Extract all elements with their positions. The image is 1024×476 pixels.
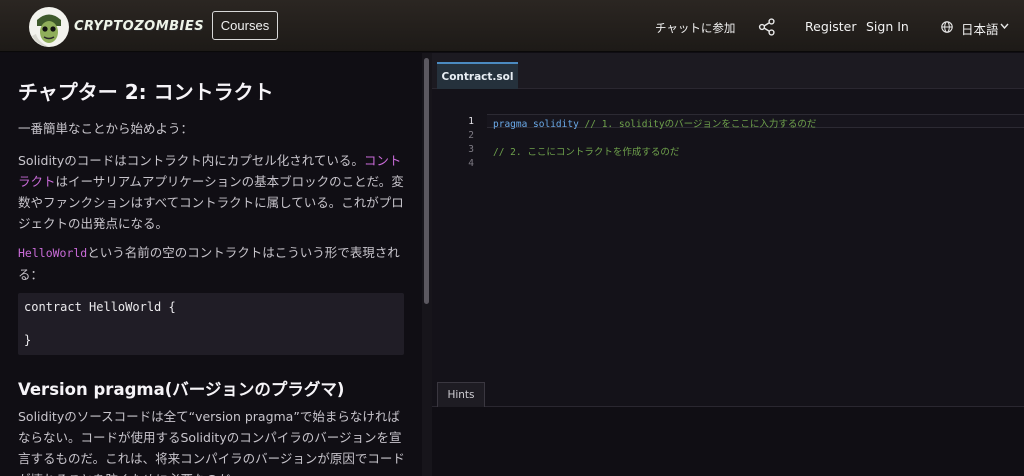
paragraph-text: Solidityのコードはコントラクト内にカプセル化されている。 — [18, 153, 364, 168]
code-editor[interactable] — [432, 89, 1024, 379]
zombie-head-icon — [29, 7, 69, 47]
lesson-paragraph: Solidityのソースコードは全て“version pragma”で始まらなけ… — [18, 409, 405, 476]
tab-hints[interactable]: Hints — [437, 382, 485, 407]
chapter-title: チャプター 2: コントラクト — [18, 80, 274, 104]
line-number: 1 — [468, 116, 474, 127]
line-number: 4 — [468, 158, 474, 169]
language-selector[interactable]: 日本語 — [961, 19, 999, 38]
line-number: 3 — [468, 144, 474, 155]
line-number: 2 — [468, 130, 474, 141]
tab-contract-sol[interactable]: Contract.sol — [437, 62, 518, 89]
paragraph-text: はイーサリアムアプリケーションの基本ブロックのことだ。変数やファンクションはすべ… — [18, 174, 404, 231]
code-line-1[interactable]: pragma solidity // 1. solidityのバージョンをここに… — [493, 116, 816, 130]
code-line: contract HelloWorld { — [24, 300, 176, 314]
chevron-down-icon[interactable] — [1000, 23, 1009, 29]
code-line: } — [24, 333, 32, 347]
code-line-3[interactable]: // 2. ここにコントラクトを作成するのだ — [493, 144, 679, 158]
scrollbar-thumb[interactable] — [424, 58, 429, 304]
globe-icon[interactable] — [941, 21, 953, 33]
code-comment: // 1. solidityのバージョンをここに入力するのだ — [584, 119, 817, 130]
courses-button[interactable]: Courses — [212, 11, 278, 40]
sign-in-link[interactable]: Sign In — [866, 19, 909, 34]
lesson-paragraph: Solidityのコードはコントラクト内にカプセル化されている。コントラクトはイ… — [18, 150, 406, 234]
code-comment: // 2. ここにコントラクトを作成するのだ — [493, 147, 680, 158]
cryptozombies-logo[interactable]: CRYPTOZOMBIES — [28, 6, 204, 48]
logo-wordmark: CRYPTOZOMBIES — [74, 19, 205, 34]
hints-bar — [432, 379, 1024, 407]
register-link[interactable]: Register — [805, 19, 856, 34]
lesson-intro: 一番簡単なことから始めよう： — [18, 121, 194, 136]
editor-tabbar — [432, 53, 1024, 89]
code-example: contract HelloWorld { } — [18, 293, 404, 355]
pragma-keyword: pragma solidity — [493, 119, 579, 130]
section-heading: Version pragma(バージョンのプラグマ) — [18, 380, 345, 399]
inline-code: HelloWorld — [18, 246, 88, 260]
hints-panel — [432, 407, 1024, 476]
join-chat-link[interactable]: チャットに参加 — [655, 20, 735, 36]
share-icon[interactable] — [758, 18, 776, 36]
lesson-paragraph: HelloWorldという名前の空のコントラクトはこういう形で表現される： — [18, 242, 406, 285]
top-navbar: CRYPTOZOMBIES Courses チャットに参加 Register S… — [0, 0, 1024, 52]
